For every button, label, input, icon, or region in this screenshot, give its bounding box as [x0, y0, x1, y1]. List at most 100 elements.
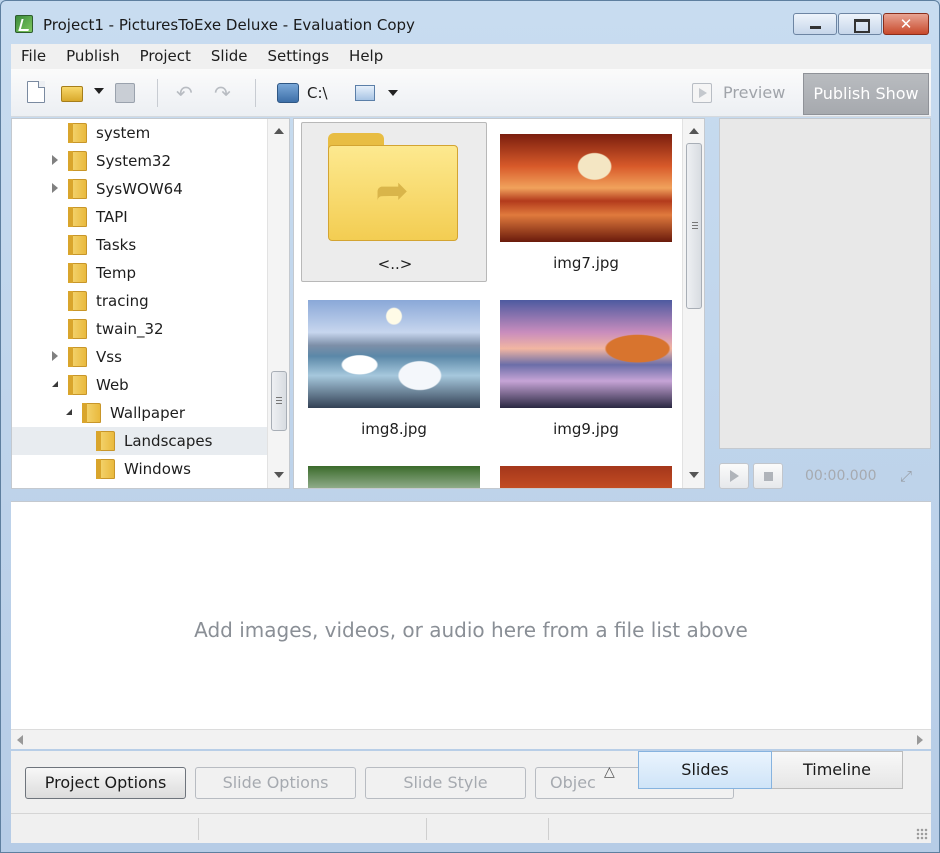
preview-button[interactable]: Preview: [723, 83, 785, 102]
file-label: <..>: [377, 255, 413, 273]
tree-item[interactable]: SysWOW64: [12, 175, 268, 203]
file-item[interactable]: img9.jpg: [493, 288, 679, 448]
slide-options-button[interactable]: Slide Options: [195, 767, 356, 799]
open-folder-icon[interactable]: [61, 86, 83, 102]
tree-item-label: Windows: [124, 460, 191, 478]
scroll-down-icon[interactable]: [274, 472, 284, 478]
folder-icon: [68, 207, 87, 227]
tree-item[interactable]: Web: [12, 371, 268, 399]
tree-item[interactable]: Temp: [12, 259, 268, 287]
tree-item[interactable]: Landscapes: [12, 427, 268, 455]
play-button[interactable]: [719, 463, 749, 489]
app-logo-icon: [15, 15, 33, 33]
drive-label[interactable]: C:\: [307, 84, 328, 102]
collapsed-arrow-icon[interactable]: [52, 155, 58, 165]
play-icon: [730, 470, 739, 482]
title-bar[interactable]: Project1 - PicturesToExe Deluxe - Evalua…: [1, 1, 939, 41]
folder-icon: [68, 347, 87, 367]
collapse-up-icon[interactable]: △: [604, 765, 618, 779]
file-list-scrollbar[interactable]: [682, 119, 704, 488]
folder-icon: [82, 403, 101, 423]
collapsed-arrow-icon[interactable]: [52, 351, 58, 361]
close-button[interactable]: ✕: [883, 13, 929, 35]
expanded-arrow-icon[interactable]: [66, 409, 72, 415]
file-item[interactable]: img8.jpg: [301, 288, 487, 448]
file-item[interactable]: img7.jpg: [493, 122, 679, 282]
publish-show-button[interactable]: Publish Show: [803, 73, 929, 115]
status-cell: [427, 818, 549, 840]
maximize-button[interactable]: [838, 13, 882, 35]
drive-icon[interactable]: [277, 83, 299, 103]
tree-item[interactable]: Windows: [12, 455, 268, 483]
tree-item-label: Temp: [96, 264, 136, 282]
stop-icon: [764, 472, 773, 481]
menu-bar: File Publish Project Slide Settings Help: [11, 44, 931, 69]
undo-icon[interactable]: ↶: [176, 83, 198, 105]
parent-folder-item[interactable]: ➦ <..>: [301, 122, 487, 282]
menu-item-project[interactable]: Project: [130, 44, 201, 69]
tree-item[interactable]: Tasks: [12, 231, 268, 259]
tree-item[interactable]: TAPI: [12, 203, 268, 231]
image-thumbnail: [308, 300, 480, 408]
tree-scrollbar[interactable]: [267, 119, 289, 488]
file-list[interactable]: img9.jpg img8.jpg img7.jpg ➦ <..>: [293, 118, 705, 489]
fullscreen-icon[interactable]: ⤢: [900, 467, 918, 485]
tree-item[interactable]: System32: [12, 147, 268, 175]
view-mode-icon[interactable]: [355, 85, 375, 101]
tree-scrollbar-thumb[interactable]: [271, 371, 287, 431]
image-thumbnail: [500, 300, 672, 408]
file-item[interactable]: [493, 454, 679, 488]
folder-tree[interactable]: Windows Landscapes Wallpaper Web Vss twain_32…: [11, 118, 290, 489]
scroll-down-icon[interactable]: [689, 472, 699, 478]
open-recent-dropdown-icon[interactable]: [94, 88, 104, 94]
menu-item-slide[interactable]: Slide: [201, 44, 258, 69]
slide-list-scrollbar[interactable]: [11, 729, 931, 749]
scroll-right-icon[interactable]: [917, 735, 923, 745]
preview-icon[interactable]: [692, 83, 712, 103]
file-item[interactable]: [301, 454, 487, 488]
tree-item[interactable]: Wallpaper: [12, 399, 268, 427]
expanded-arrow-icon[interactable]: [52, 381, 58, 387]
tree-item-label: TAPI: [96, 208, 128, 226]
project-options-button[interactable]: Project Options: [25, 767, 186, 799]
menu-item-file[interactable]: File: [11, 44, 56, 69]
tree-item[interactable]: system: [12, 119, 268, 147]
tab-timeline[interactable]: Timeline: [772, 751, 903, 789]
file-label: img8.jpg: [361, 420, 427, 438]
folder-icon: [68, 319, 87, 339]
tree-item[interactable]: twain_32: [12, 315, 268, 343]
stop-button[interactable]: [753, 463, 783, 489]
folder-icon: [96, 459, 115, 479]
scroll-left-icon[interactable]: [17, 735, 23, 745]
grip-line: [692, 228, 698, 229]
resize-grip-icon[interactable]: [916, 828, 928, 840]
scroll-up-icon[interactable]: [274, 128, 284, 134]
tree-item-label: Landscapes: [124, 432, 213, 450]
tab-slides[interactable]: Slides: [638, 751, 772, 789]
grip-line: [692, 225, 698, 226]
minimize-button[interactable]: [793, 13, 837, 35]
file-list-scrollbar-thumb[interactable]: [686, 143, 702, 309]
status-cell: [11, 818, 199, 840]
new-project-icon[interactable]: [27, 81, 45, 103]
menu-item-settings[interactable]: Settings: [258, 44, 340, 69]
slide-list[interactable]: Add images, videos, or audio here from a…: [11, 501, 931, 729]
folder-icon: [68, 179, 87, 199]
save-icon[interactable]: [115, 83, 135, 103]
collapsed-arrow-icon[interactable]: [52, 183, 58, 193]
folder-icon: [68, 123, 87, 143]
slide-style-button[interactable]: Slide Style: [365, 767, 526, 799]
tree-item[interactable]: tracing: [12, 287, 268, 315]
menu-item-help[interactable]: Help: [339, 44, 393, 69]
tree-item-label: Wallpaper: [110, 404, 186, 422]
tree-item[interactable]: Vss: [12, 343, 268, 371]
tree-item-label: tracing: [96, 292, 149, 310]
image-thumbnail: [308, 466, 480, 488]
redo-icon[interactable]: ↷: [214, 83, 236, 105]
view-mode-dropdown-icon[interactable]: [388, 90, 398, 96]
grip-line: [276, 403, 282, 404]
parent-folder-icon: ➦: [328, 133, 458, 243]
tree-item-label: Vss: [96, 348, 122, 366]
scroll-up-icon[interactable]: [689, 128, 699, 134]
menu-item-publish[interactable]: Publish: [56, 44, 129, 69]
